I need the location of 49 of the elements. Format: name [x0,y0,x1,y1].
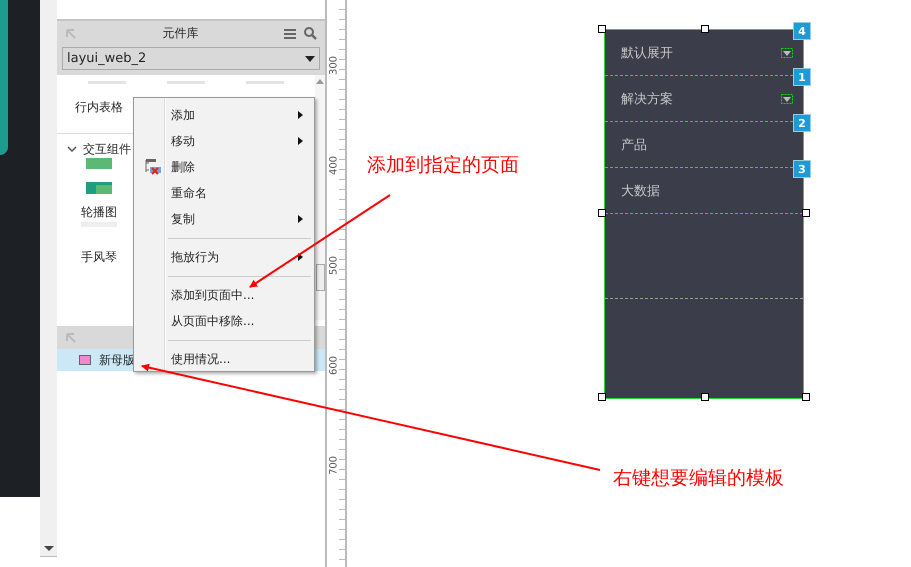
resize-handle[interactable] [598,209,606,217]
menu-item[interactable]: 重命名 [134,180,314,206]
annotation-text: 添加到指定的页面 [367,153,519,178]
annotation-text: 右键想要编辑的模板 [613,466,784,491]
ruler-label: 500 [328,254,340,276]
scroll-thumb[interactable] [316,264,324,291]
submenu-arrow-icon [298,215,303,223]
scrollbar[interactable] [315,75,325,320]
submenu-arrow-icon [298,137,303,145]
menu-item[interactable]: 使用情况... [134,346,314,372]
menu-item[interactable]: 复制 [134,206,314,232]
page-icon [79,355,91,365]
dropdown-triangle-icon [781,48,793,58]
widget-label[interactable]: 手风琴 [81,249,117,266]
resize-handle[interactable] [802,209,810,217]
section-title[interactable]: 交互组件 [83,140,131,158]
number-badge: 1 [793,68,811,86]
resize-handle[interactable] [598,25,606,33]
scroll-up-icon[interactable] [316,79,324,84]
menu-item[interactable]: 删除 [134,154,314,180]
ruler-label: 300 [328,54,340,76]
widget-label[interactable]: 轮播图 [81,204,117,221]
resize-handle[interactable] [598,393,606,401]
ruler-label: 400 [328,154,340,176]
resize-handle[interactable] [802,393,810,401]
number-badge: 3 [793,160,811,178]
submenu-arrow-icon [298,253,303,261]
search-icon[interactable] [304,27,317,40]
chevron-icon[interactable] [67,146,77,152]
resize-handle[interactable] [701,393,709,401]
delete-icon [144,159,160,175]
menu-item[interactable]: 移动 [134,128,314,154]
ruler-label: 700 [328,454,340,476]
menu-icon[interactable] [284,28,296,40]
scroll-down-icon[interactable] [44,546,54,551]
submenu-arrow-icon [298,111,303,119]
number-badge: 2 [793,114,811,132]
menu-item[interactable]: 添加到页面中... [134,282,314,308]
ruler-label: 600 [328,354,340,376]
number-badge: 4 [793,22,811,40]
resize-handle[interactable] [701,25,709,33]
dropdown-triangle-icon [781,94,793,104]
library-dropdown[interactable]: layui_web_2 [62,47,320,70]
library-item[interactable]: 行内表格 [57,87,123,127]
panel-title: 元件库 [162,25,200,42]
menu-item[interactable]: 拖放行为 [134,244,314,270]
menu-item[interactable]: 从页面中移除... [134,308,314,334]
menu-item[interactable]: 添加 [134,102,314,128]
caret-icon [305,56,315,62]
